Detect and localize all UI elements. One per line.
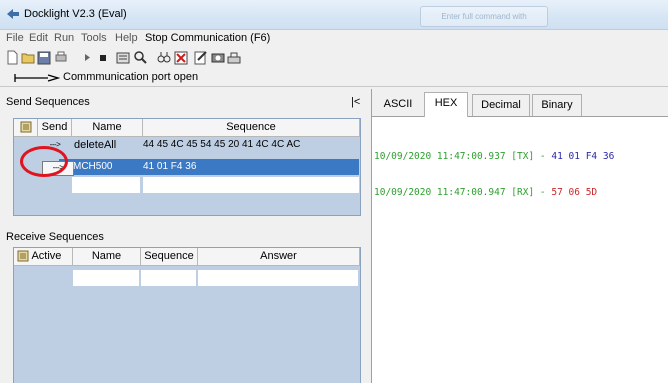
- sequence-name[interactable]: deleteAll: [74, 137, 142, 153]
- sequence-name-selected[interactable]: MCH500: [73, 159, 141, 175]
- column-header-name[interactable]: Name: [72, 119, 143, 137]
- menu-help[interactable]: Help: [115, 32, 138, 44]
- new-sequence-name-cell[interactable]: [72, 177, 141, 193]
- settings-icon[interactable]: [116, 50, 130, 65]
- play-icon[interactable]: [80, 50, 94, 65]
- edit-list-icon: [20, 121, 31, 133]
- log-timestamp: 10/09/2020 11:47:00.937: [374, 151, 506, 162]
- log-line: 10/09/2020 11:47:00.947 [RX] - 57 06 5D: [374, 187, 614, 199]
- keyboard-icon[interactable]: [227, 50, 241, 65]
- menu-edit[interactable]: Edit: [29, 32, 48, 44]
- tab-hex[interactable]: HEX: [424, 92, 468, 117]
- new-receive-sequence-cell[interactable]: [141, 270, 197, 286]
- display-mode-tabs: ASCII HEX Decimal Binary: [372, 89, 668, 117]
- highlight-annotation: [20, 146, 68, 177]
- port-connection-icon: [14, 74, 60, 82]
- window-title: Docklight V2.3 (Eval): [24, 8, 127, 20]
- snapshot-icon[interactable]: [211, 50, 225, 65]
- tab-decimal[interactable]: Decimal: [472, 94, 530, 116]
- docklight-window: Docklight V2.3 (Eval) Enter full command…: [0, 0, 668, 383]
- macro-icon[interactable]: [194, 50, 208, 65]
- send-grid-corner[interactable]: [14, 119, 38, 137]
- menu-file[interactable]: File: [6, 32, 24, 44]
- menu-stop-communication[interactable]: Stop Communication (F6): [145, 32, 270, 44]
- column-header-name[interactable]: Name: [73, 248, 141, 266]
- find-icon[interactable]: [157, 50, 171, 65]
- new-file-icon[interactable]: [5, 50, 19, 65]
- menu-bar: File Edit Run Tools Help Stop Communicat…: [0, 30, 668, 47]
- menu-run[interactable]: Run: [54, 32, 74, 44]
- communication-panel: ASCII HEX Decimal Binary 10/09/2020 11:4…: [372, 89, 668, 383]
- new-receive-answer-cell[interactable]: [198, 270, 359, 286]
- menu-tools[interactable]: Tools: [81, 32, 107, 44]
- title-bar: Docklight V2.3 (Eval) Enter full command…: [0, 0, 668, 30]
- column-header-sequence[interactable]: Sequence: [143, 119, 360, 137]
- save-icon[interactable]: [37, 50, 51, 65]
- sequences-panel: Send Sequences |< Send Name Sequence ---…: [0, 89, 372, 383]
- app-logo-icon: [7, 9, 19, 19]
- background-window-tab: Enter full command with: [420, 6, 548, 27]
- log-data: 41 01 F4 36: [551, 151, 615, 162]
- log-timestamp: 10/09/2020 11:47:00.947: [374, 187, 506, 198]
- active-header-label: Active: [31, 250, 62, 262]
- log-direction: [RX]: [511, 187, 535, 198]
- print-icon[interactable]: [54, 50, 68, 65]
- log-separator: -: [539, 187, 546, 198]
- search-icon[interactable]: [133, 50, 147, 65]
- log-data: 57 06 5D: [551, 187, 598, 198]
- log-line: 10/09/2020 11:47:00.937 [TX] - 41 01 F4 …: [374, 151, 614, 163]
- connection-status-bar: Commmunication port open: [0, 70, 668, 87]
- column-header-answer[interactable]: Answer: [198, 248, 360, 266]
- new-sequence-hex-cell[interactable]: [143, 177, 360, 193]
- communication-log[interactable]: 10/09/2020 11:47:00.937 [TX] - 41 01 F4 …: [374, 127, 614, 223]
- sequence-hex-selected[interactable]: 41 01 F4 36: [143, 159, 359, 175]
- toolbar: [0, 48, 668, 68]
- column-header-send[interactable]: Send: [38, 119, 72, 137]
- receive-sequences-title: Receive Sequences: [6, 231, 104, 243]
- open-folder-icon[interactable]: [21, 50, 35, 65]
- status-text: Commmunication port open: [63, 71, 199, 83]
- tab-binary[interactable]: Binary: [532, 94, 582, 116]
- tab-ascii[interactable]: ASCII: [378, 94, 418, 115]
- new-receive-name-cell[interactable]: [73, 270, 140, 286]
- sequence-hex[interactable]: 44 45 4C 45 54 45 20 41 4C 4C AC: [143, 137, 359, 153]
- column-header-sequence[interactable]: Sequence: [141, 248, 198, 266]
- column-header-active[interactable]: Active: [14, 248, 73, 266]
- log-separator: -: [539, 151, 546, 162]
- log-direction: [TX]: [511, 151, 535, 162]
- edit-list-icon: [17, 250, 29, 262]
- clear-icon[interactable]: [174, 50, 188, 65]
- stop-icon[interactable]: [96, 50, 110, 65]
- send-sequences-title: Send Sequences: [6, 96, 90, 108]
- collapse-panel-button[interactable]: |<: [351, 96, 360, 108]
- receive-sequences-grid: Active Name Sequence Answer: [13, 247, 361, 383]
